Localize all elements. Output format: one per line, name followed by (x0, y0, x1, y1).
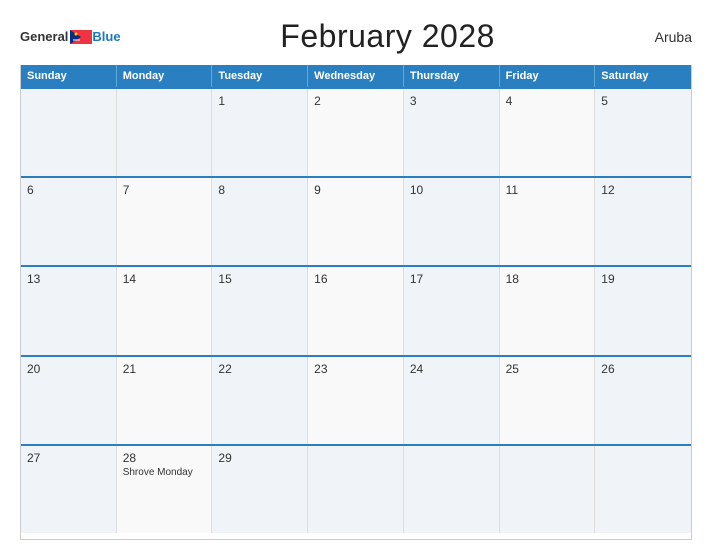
cal-cell-w5-d2: 28 Shrove Monday (117, 446, 213, 533)
cal-cell-w3-d5: 17 (404, 267, 500, 354)
day-number: 25 (506, 362, 589, 376)
cal-cell-w1-d1 (21, 89, 117, 176)
day-number: 17 (410, 272, 493, 286)
day-number: 15 (218, 272, 301, 286)
cal-cell-w1-d7: 5 (595, 89, 691, 176)
cal-cell-w4-d3: 22 (212, 357, 308, 444)
day-number: 28 (123, 451, 206, 465)
day-number: 7 (123, 183, 206, 197)
week-row-3: 13 14 15 16 17 18 19 (21, 265, 691, 354)
day-number: 23 (314, 362, 397, 376)
col-sunday: Sunday (21, 65, 117, 87)
day-number: 2 (314, 94, 397, 108)
col-thursday: Thursday (404, 65, 500, 87)
day-number: 18 (506, 272, 589, 286)
col-wednesday: Wednesday (308, 65, 404, 87)
cal-cell-w3-d1: 13 (21, 267, 117, 354)
day-number: 13 (27, 272, 110, 286)
day-number: 11 (506, 183, 589, 197)
cal-cell-w5-d1: 27 (21, 446, 117, 533)
cal-cell-w4-d5: 24 (404, 357, 500, 444)
cal-cell-w4-d6: 25 (500, 357, 596, 444)
cal-cell-w2-d7: 12 (595, 178, 691, 265)
cal-cell-w5-d6 (500, 446, 596, 533)
logo-blue-text: Blue (92, 29, 120, 44)
day-number: 22 (218, 362, 301, 376)
col-saturday: Saturday (595, 65, 691, 87)
cal-cell-w4-d7: 26 (595, 357, 691, 444)
day-number: 8 (218, 183, 301, 197)
week-row-2: 6789 10 11 12 (21, 176, 691, 265)
cal-cell-w5-d3: 29 (212, 446, 308, 533)
col-friday: Friday (500, 65, 596, 87)
logo-general-text: General (20, 29, 68, 44)
day-number: 29 (218, 451, 301, 465)
cal-cell-w3-d6: 18 (500, 267, 596, 354)
cal-cell-w2-d1: 6 (21, 178, 117, 265)
event-label: Shrove Monday (123, 467, 206, 478)
cal-cell-w1-d2 (117, 89, 213, 176)
day-number: 24 (410, 362, 493, 376)
day-number: 19 (601, 272, 685, 286)
calendar-header-row: Sunday Monday Tuesday Wednesday Thursday… (21, 65, 691, 87)
col-tuesday: Tuesday (212, 65, 308, 87)
cal-cell-w2-d4: 9 (308, 178, 404, 265)
week-row-5: 27 28 Shrove Monday 29 (21, 444, 691, 533)
day-number: 16 (314, 272, 397, 286)
cal-cell-w5-d5 (404, 446, 500, 533)
country-label: Aruba (655, 29, 692, 45)
calendar-page: General Blue February 2028 Aruba Sunday … (0, 0, 712, 550)
week-row-4: 20 21 22 23 24 25 26 (21, 355, 691, 444)
cal-cell-w3-d2: 14 (117, 267, 213, 354)
cal-cell-w5-d4 (308, 446, 404, 533)
calendar-body: 1234567891011121314151617181920212223242… (21, 87, 691, 533)
day-number: 1 (218, 94, 301, 108)
col-monday: Monday (117, 65, 213, 87)
cal-cell-w3-d7: 19 (595, 267, 691, 354)
cal-cell-w2-d2: 7 (117, 178, 213, 265)
cal-cell-w1-d6: 4 (500, 89, 596, 176)
header: General Blue February 2028 Aruba (20, 18, 692, 55)
week-row-1: 12345 (21, 87, 691, 176)
day-number: 6 (27, 183, 110, 197)
cal-cell-w5-d7 (595, 446, 691, 533)
day-number: 3 (410, 94, 493, 108)
day-number: 20 (27, 362, 110, 376)
cal-cell-w4-d1: 20 (21, 357, 117, 444)
day-number: 27 (27, 451, 110, 465)
page-title: February 2028 (280, 18, 495, 55)
day-number: 14 (123, 272, 206, 286)
cal-cell-w3-d3: 15 (212, 267, 308, 354)
calendar: Sunday Monday Tuesday Wednesday Thursday… (20, 65, 692, 540)
cal-cell-w2-d3: 8 (212, 178, 308, 265)
cal-cell-w3-d4: 16 (308, 267, 404, 354)
cal-cell-w4-d4: 23 (308, 357, 404, 444)
cal-cell-w2-d6: 11 (500, 178, 596, 265)
cal-cell-w4-d2: 21 (117, 357, 213, 444)
logo-flag-icon (70, 30, 92, 44)
day-number: 26 (601, 362, 685, 376)
cal-cell-w1-d5: 3 (404, 89, 500, 176)
day-number: 9 (314, 183, 397, 197)
logo: General Blue (20, 29, 121, 44)
cal-cell-w1-d3: 1 (212, 89, 308, 176)
day-number: 4 (506, 94, 589, 108)
day-number: 21 (123, 362, 206, 376)
day-number: 12 (601, 183, 685, 197)
cal-cell-w2-d5: 10 (404, 178, 500, 265)
cal-cell-w1-d4: 2 (308, 89, 404, 176)
day-number: 10 (410, 183, 493, 197)
day-number: 5 (601, 94, 685, 108)
